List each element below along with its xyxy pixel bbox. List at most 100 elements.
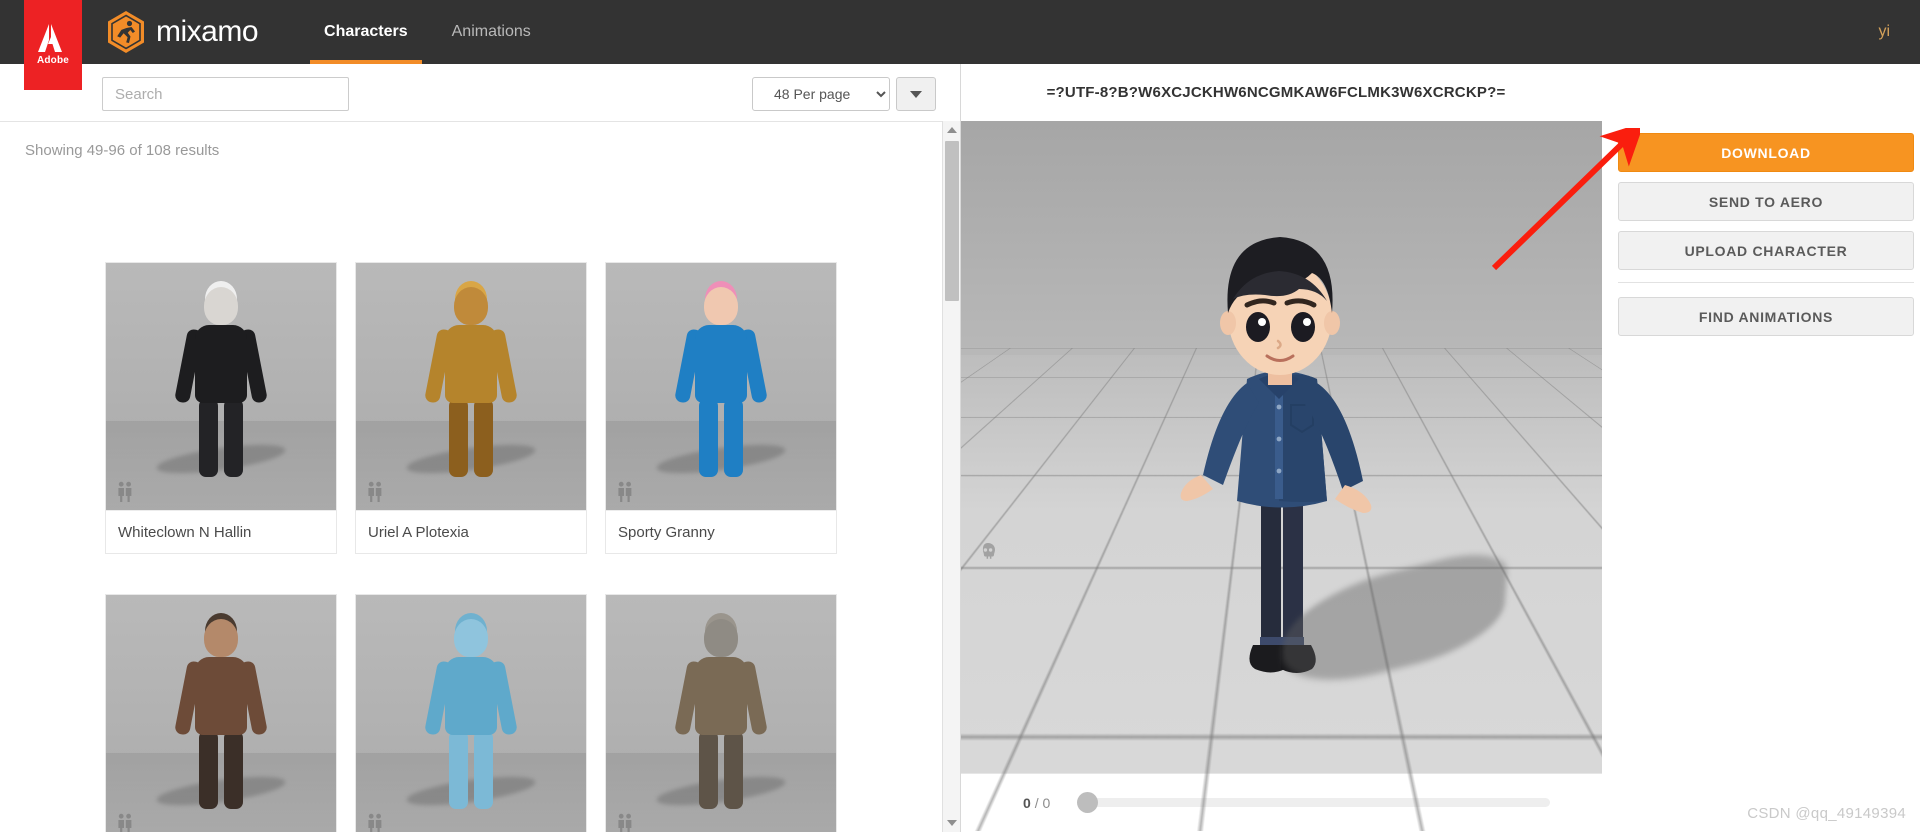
timeline-slider-track[interactable]: [1080, 798, 1550, 807]
adobe-logo-label: Adobe: [37, 55, 69, 66]
silhouette-leg-right: [224, 731, 243, 809]
silhouette-leg-left: [449, 731, 468, 809]
character-type-icon: [367, 481, 383, 502]
frame-counter: 0 / 0: [1023, 795, 1050, 811]
mixamo-wordmark: mixamo: [156, 15, 258, 49]
character-card[interactable]: Y Bot: [355, 594, 587, 832]
adobe-logo[interactable]: Adobe: [24, 0, 82, 90]
upload-character-button[interactable]: UPLOAD CHARACTER: [1618, 231, 1914, 270]
silhouette-head: [704, 287, 738, 325]
character-type-icon: [117, 481, 133, 502]
character-thumbnail: [356, 595, 586, 832]
silhouette-leg-right: [224, 399, 243, 477]
search-input[interactable]: [102, 77, 349, 111]
character-browser-panel: 48 Per page 96 Per page 24 Per page Show…: [0, 64, 960, 832]
tab-animations-label: Animations: [452, 23, 531, 41]
mixamo-app: Adobe mixamo Characters Animations yi Se…: [0, 0, 1920, 832]
timeline-slider-handle[interactable]: [1077, 792, 1098, 813]
silhouette-torso: [195, 657, 247, 735]
silhouette-shadow: [155, 439, 287, 479]
character-silhouette: [411, 279, 531, 484]
character-silhouette: [161, 279, 281, 484]
silhouette-leg-left: [699, 731, 718, 809]
character-silhouette: [411, 611, 531, 816]
character-preview-model: [1129, 193, 1429, 723]
results-count-label: Showing 49-96 of 108 results: [25, 142, 219, 159]
scrollbar-thumb[interactable]: [945, 141, 959, 301]
download-button[interactable]: DOWNLOAD: [1618, 133, 1914, 172]
tab-characters[interactable]: Characters: [302, 0, 430, 64]
silhouette-shadow: [655, 439, 787, 479]
chevron-down-icon: [910, 91, 922, 98]
triangle-down-icon: [947, 820, 957, 826]
character-thumbnail: [606, 595, 836, 832]
character-grid: Whiteclown N Hallin Uriel A Plotexia Sport…: [105, 262, 845, 832]
mixamo-hexagon-runner-icon: [106, 10, 146, 54]
results-area: Showing 49-96 of 108 results Whiteclown …: [0, 121, 960, 832]
browser-filter-bar: 48 Per page 96 Per page 24 Per page: [0, 64, 960, 121]
silhouette-leg-right: [474, 731, 493, 809]
main-nav-tabs: Characters Animations: [302, 0, 553, 64]
silhouette-torso: [695, 325, 747, 403]
silhouette-head: [454, 287, 488, 325]
watermark-label: CSDN @qq_49149394: [1747, 805, 1906, 822]
silhouette-torso: [445, 325, 497, 403]
user-account-label: yi: [1878, 23, 1890, 41]
scroll-down-button[interactable]: [943, 814, 961, 832]
character-thumbnail: [106, 595, 336, 832]
silhouette-torso: [195, 325, 247, 403]
silhouette-shadow: [405, 771, 537, 811]
character-type-icon: [117, 813, 133, 832]
silhouette-leg-right: [474, 399, 493, 477]
adobe-a-icon: [38, 24, 68, 52]
mixamo-brand[interactable]: mixamo: [106, 10, 258, 54]
per-page-select[interactable]: 48 Per page 96 Per page 24 Per page: [752, 77, 890, 111]
silhouette-torso: [445, 657, 497, 735]
silhouette-leg-left: [449, 399, 468, 477]
triangle-up-icon: [947, 127, 957, 133]
character-actions-panel: DOWNLOAD SEND TO AERO UPLOAD CHARACTER F…: [1602, 121, 1920, 831]
character-card[interactable]: Whiteclown N Hallin: [105, 262, 337, 554]
silhouette-shadow: [655, 771, 787, 811]
silhouette-torso: [695, 657, 747, 735]
silhouette-leg-left: [699, 399, 718, 477]
character-name-label: Whiteclown N Hallin: [106, 510, 336, 553]
top-navigation-bar: Adobe mixamo Characters Animations yi: [0, 0, 1920, 64]
character-card[interactable]: Castle Guard 01: [605, 594, 837, 832]
silhouette-head: [454, 619, 488, 657]
character-type-icon: [617, 813, 633, 832]
character-silhouette: [661, 611, 781, 816]
character-name-label: Sporty Granny: [606, 510, 836, 553]
user-account-menu[interactable]: yi: [1878, 0, 1890, 64]
character-silhouette: [161, 611, 281, 816]
character-thumbnail: [606, 263, 836, 510]
scroll-up-button[interactable]: [943, 121, 961, 139]
find-animations-button[interactable]: FIND ANIMATIONS: [1618, 297, 1914, 336]
results-scrollbar[interactable]: [942, 121, 960, 832]
tab-animations[interactable]: Animations: [430, 0, 553, 64]
character-type-icon: [617, 481, 633, 502]
send-to-aero-button[interactable]: SEND TO AERO: [1618, 182, 1914, 221]
silhouette-shadow: [405, 439, 537, 479]
character-silhouette: [661, 279, 781, 484]
character-viewer-panel: =?UTF-8?B?W6XCJCKHW6NCGMKAW6FCLMK3W6XCRC…: [960, 64, 1920, 832]
character-card[interactable]: Uriel A Plotexia: [355, 262, 587, 554]
actions-divider: [1618, 282, 1914, 283]
silhouette-head: [204, 619, 238, 657]
skull-icon[interactable]: [977, 541, 999, 563]
frame-current: 0: [1023, 795, 1031, 811]
3d-viewport[interactable]: 0 / 0: [961, 121, 1602, 831]
character-thumbnail: [106, 263, 336, 510]
filter-dropdown-button[interactable]: [896, 77, 936, 111]
animation-timeline: 0 / 0: [961, 773, 1602, 831]
character-thumbnail: [356, 263, 586, 510]
frame-total: 0: [1042, 795, 1050, 811]
silhouette-leg-left: [199, 731, 218, 809]
silhouette-shadow: [155, 771, 287, 811]
character-card[interactable]: Sporty Granny: [605, 262, 837, 554]
frame-separator: /: [1035, 795, 1039, 811]
character-name-label: Uriel A Plotexia: [356, 510, 586, 553]
character-card[interactable]: Survivor A Lusth: [105, 594, 337, 832]
silhouette-head: [204, 287, 238, 325]
silhouette-head: [704, 619, 738, 657]
